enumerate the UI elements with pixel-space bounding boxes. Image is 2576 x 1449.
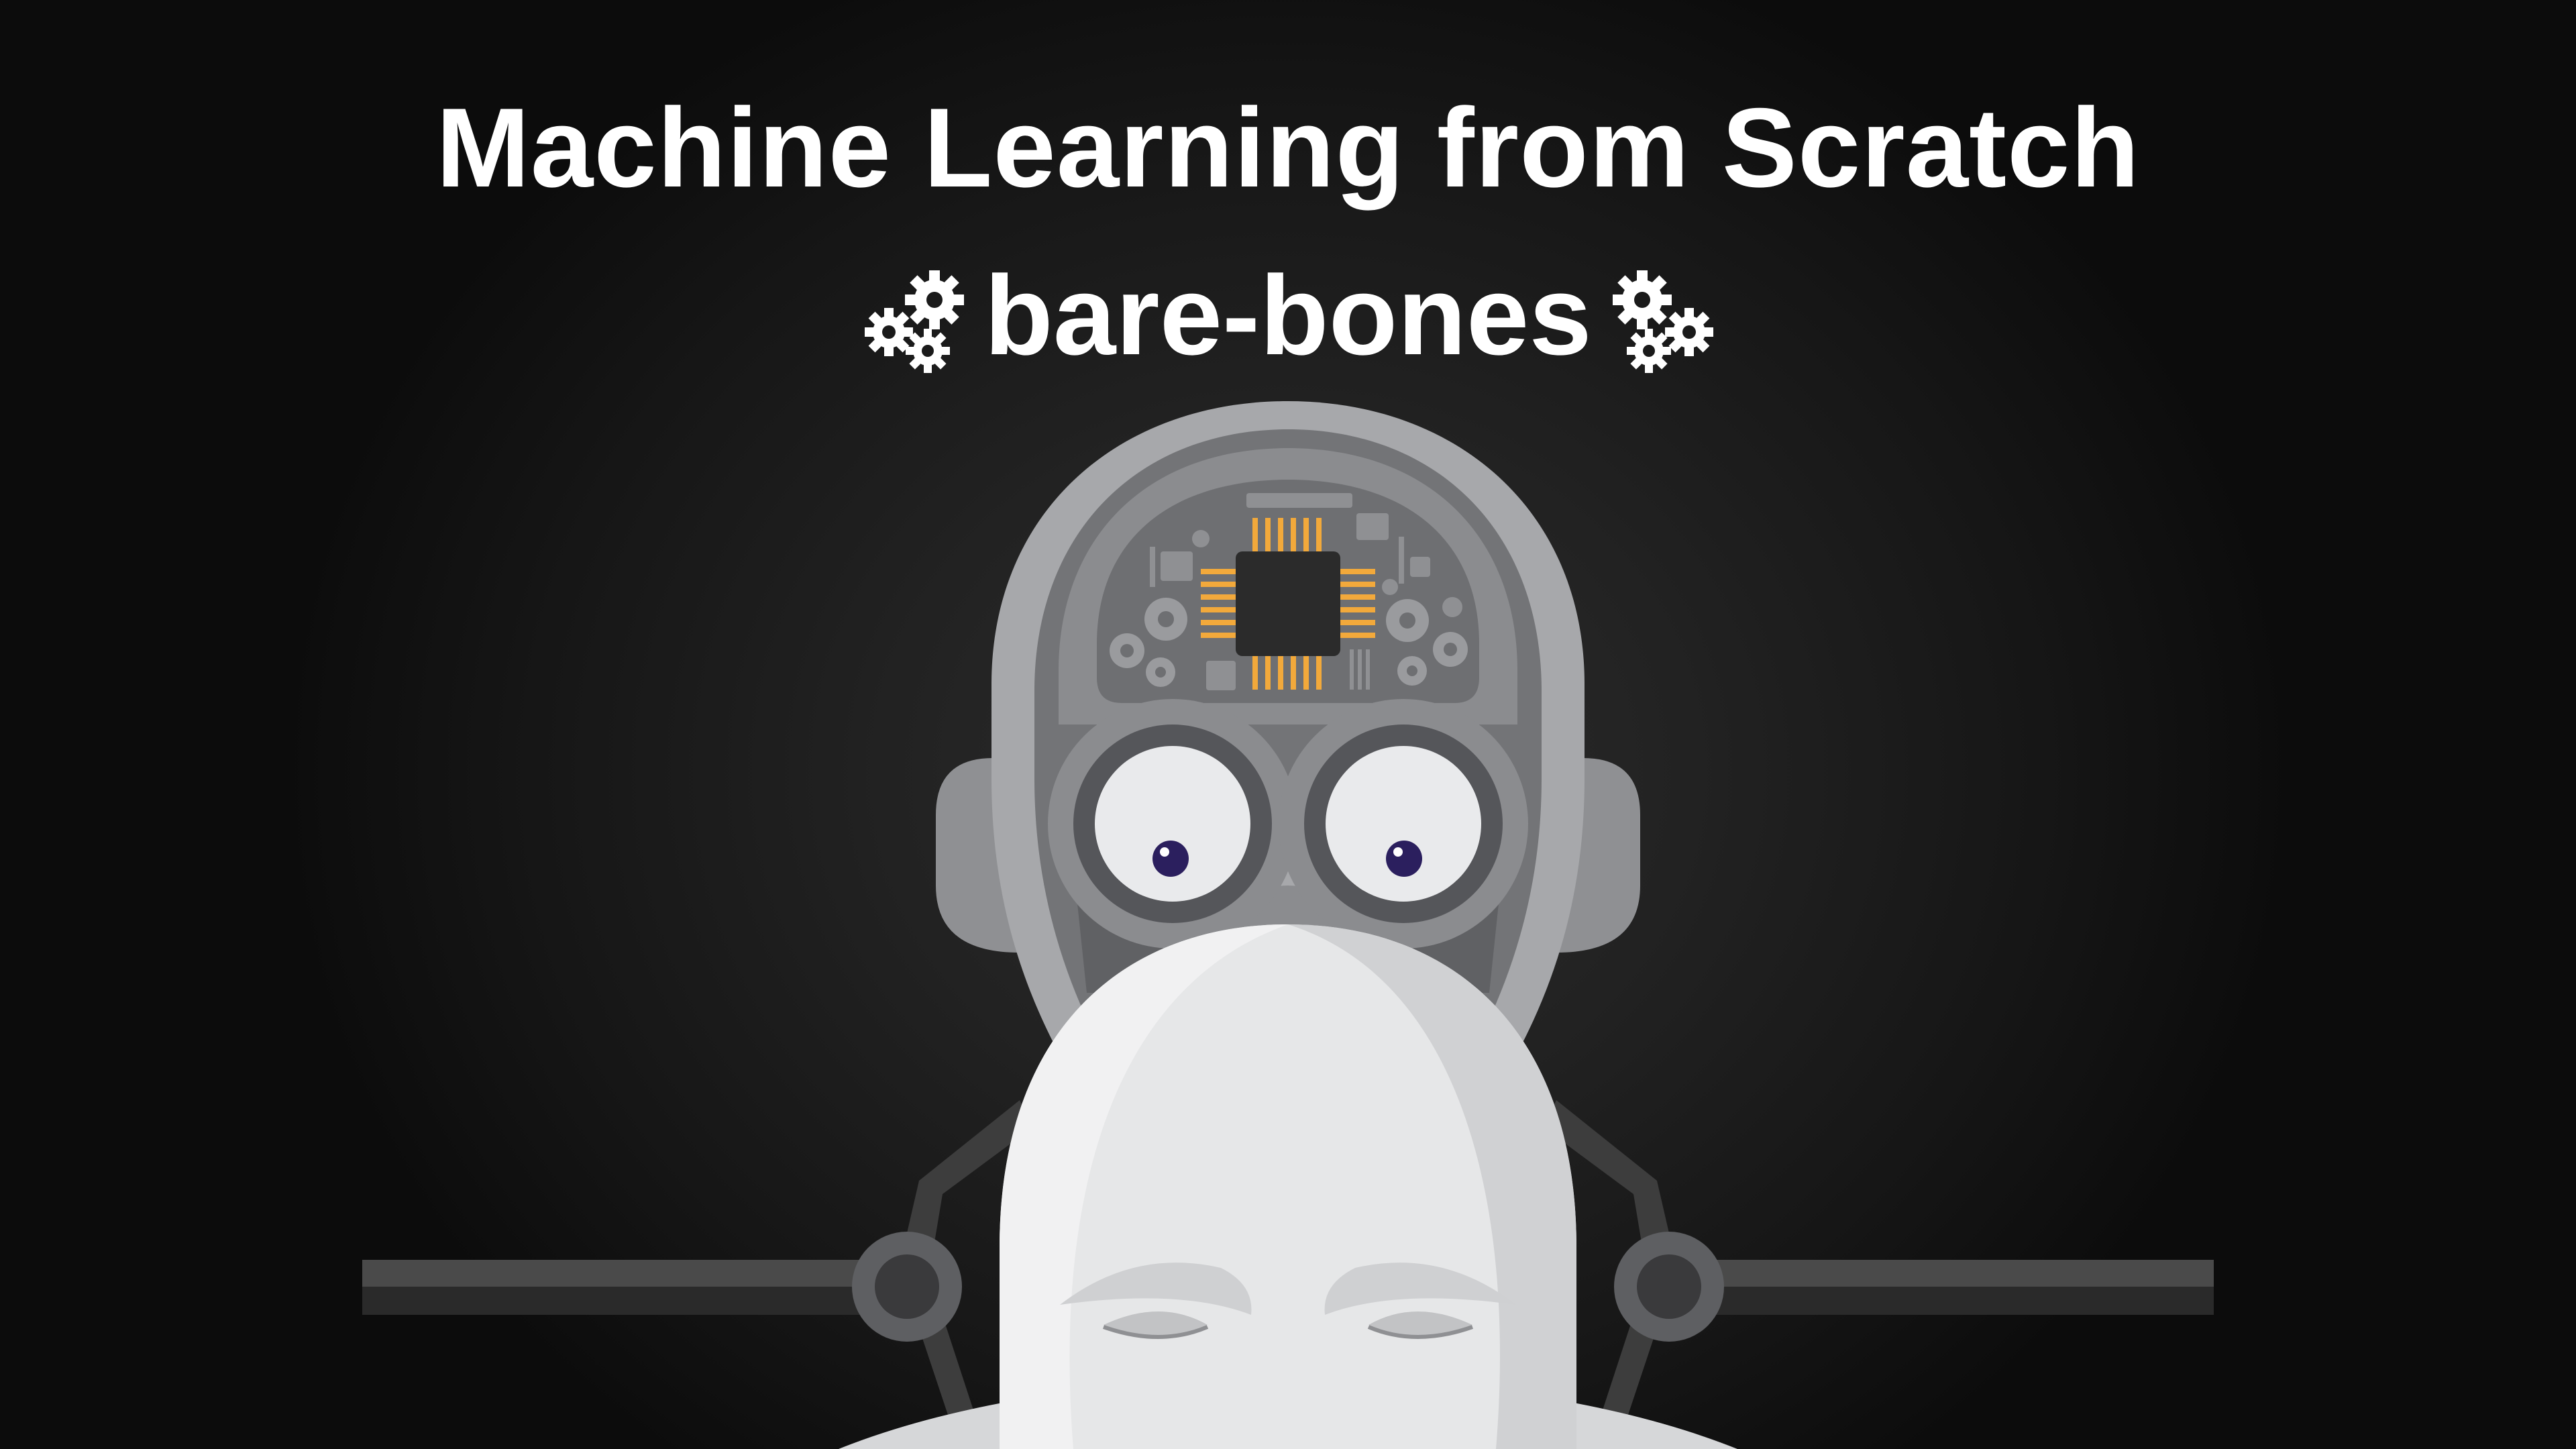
- circuit-dot: [1382, 579, 1398, 595]
- gears-icon: [1613, 270, 1713, 373]
- circuit-line: [1150, 547, 1155, 587]
- circuit-top-bar: [1246, 493, 1352, 508]
- circuit-dot: [1442, 597, 1462, 617]
- circuit-line: [1366, 649, 1370, 690]
- circuit-dot: [1192, 530, 1210, 547]
- left-bar-shadow: [362, 1287, 919, 1315]
- circuit-square: [1410, 557, 1430, 577]
- right-joint: [1614, 1232, 1724, 1342]
- left-joint: [852, 1232, 962, 1342]
- circuit-square: [1206, 661, 1236, 690]
- page: Machine Learning from Scratch bare-bones: [0, 0, 2576, 1449]
- page-subtitle: bare-bones: [984, 252, 1592, 378]
- circuit-line: [1358, 649, 1362, 690]
- robot-left-eye: [1048, 699, 1297, 949]
- right-bar: [1657, 1260, 2214, 1287]
- circuit-square: [1356, 513, 1389, 540]
- circuit-line: [1350, 649, 1354, 690]
- circuit-square: [1161, 551, 1193, 581]
- left-bar: [362, 1260, 919, 1287]
- right-bar-shadow: [1657, 1287, 2214, 1315]
- page-title: Machine Learning from Scratch: [435, 85, 2141, 211]
- circuit-line: [1399, 537, 1404, 584]
- robot-right-eye: [1279, 699, 1528, 949]
